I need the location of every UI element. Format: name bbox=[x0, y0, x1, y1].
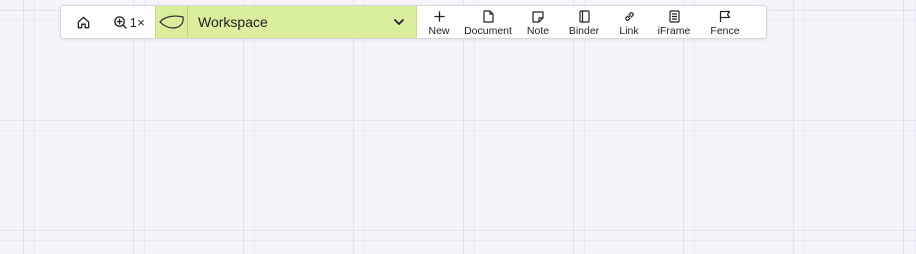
document-label: Document bbox=[464, 24, 512, 37]
plus-icon bbox=[433, 10, 445, 24]
binder-icon bbox=[578, 10, 590, 24]
document-icon bbox=[482, 10, 494, 24]
zoom-button[interactable]: 1× bbox=[105, 6, 153, 38]
workspace-selector[interactable]: Workspace bbox=[155, 6, 417, 38]
new-label: New bbox=[428, 24, 450, 37]
iframe-button[interactable]: iFrame bbox=[649, 6, 699, 38]
link-button[interactable]: Link bbox=[609, 6, 649, 38]
home-icon bbox=[76, 15, 91, 30]
fence-button[interactable]: Fence bbox=[699, 6, 751, 38]
leaf-icon bbox=[156, 6, 188, 38]
zoom-level: 1× bbox=[129, 14, 146, 30]
new-button[interactable]: New bbox=[419, 6, 459, 38]
iframe-icon bbox=[668, 10, 680, 24]
chevron-down-icon bbox=[382, 15, 416, 29]
home-button[interactable] bbox=[61, 6, 105, 38]
workspace-name: Workspace bbox=[198, 14, 268, 30]
binder-label: Binder bbox=[568, 24, 600, 37]
note-label: Note bbox=[526, 24, 550, 37]
link-label: Link bbox=[619, 24, 639, 37]
action-buttons: New Document Note Binder Link iFrame Fen… bbox=[417, 6, 766, 38]
binder-button[interactable]: Binder bbox=[559, 6, 609, 38]
note-button[interactable]: Note bbox=[517, 6, 559, 38]
link-icon bbox=[623, 10, 636, 24]
fence-label: Fence bbox=[710, 24, 740, 37]
document-button[interactable]: Document bbox=[459, 6, 517, 38]
iframe-label: iFrame bbox=[657, 24, 691, 37]
main-toolbar: 1× Workspace New Document Note Binder Li… bbox=[60, 5, 767, 39]
flag-icon bbox=[719, 10, 731, 24]
note-icon bbox=[532, 10, 544, 24]
zoom-in-icon bbox=[113, 15, 128, 30]
